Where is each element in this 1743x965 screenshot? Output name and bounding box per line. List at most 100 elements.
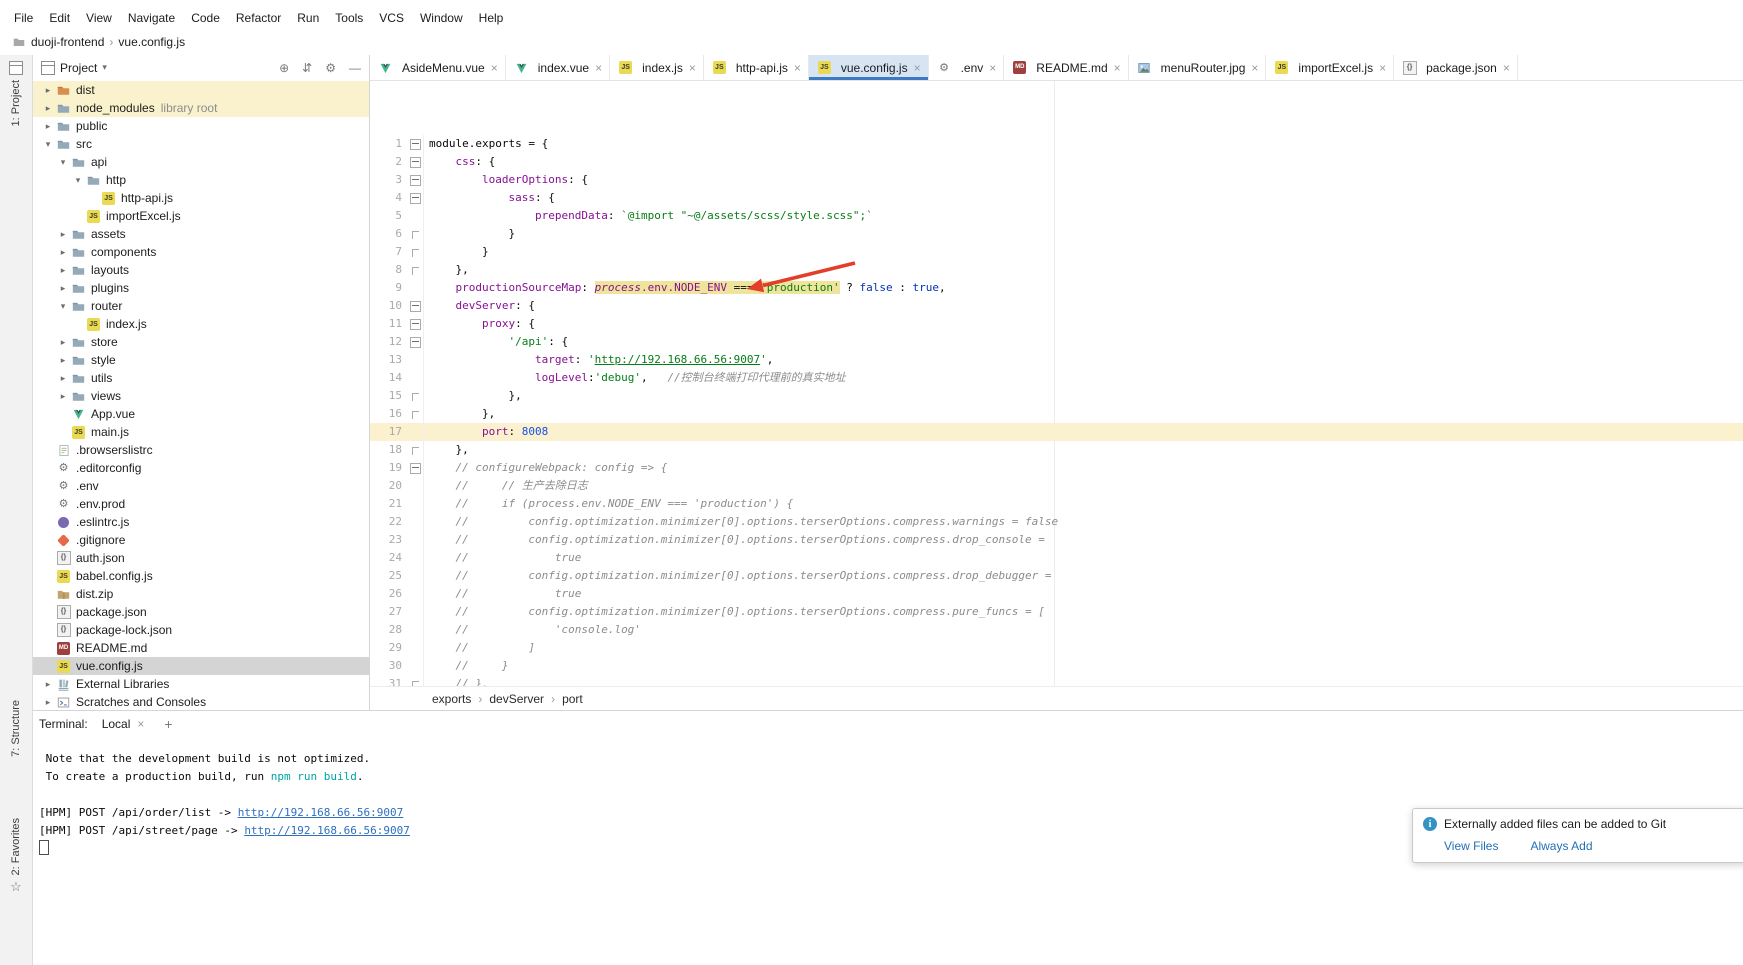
line-number[interactable]: 28 — [370, 621, 407, 639]
line-number[interactable]: 29 — [370, 639, 407, 657]
tree-item-dist[interactable]: ▸dist — [33, 81, 369, 99]
close-icon[interactable]: × — [595, 61, 602, 75]
line-number[interactable]: 22 — [370, 513, 407, 531]
close-icon[interactable]: × — [137, 717, 144, 731]
hide-panel-icon[interactable]: ― — [349, 61, 361, 75]
editor-tab-http-api.js[interactable]: JShttp-api.js × — [704, 55, 809, 80]
stripe-structure-button[interactable]: 7: Structure — [10, 700, 22, 757]
code-viewport[interactable]: 1 module.exports = { 2 css: { 3 loaderOp… — [370, 81, 1743, 687]
menu-refactor[interactable]: Refactor — [228, 9, 289, 27]
stripe-favorites-button[interactable]: 2: Favorites — [10, 818, 22, 875]
tree-item-vue.config.js[interactable]: JSvue.config.js — [33, 657, 369, 675]
tree-item-views[interactable]: ▸views — [33, 387, 369, 405]
tree-item-dist.zip[interactable]: dist.zip — [33, 585, 369, 603]
editor-tab-AsideMenu.vue[interactable]: AsideMenu.vue × — [370, 55, 506, 80]
close-icon[interactable]: × — [794, 61, 801, 75]
tree-item-node_modules[interactable]: ▸node_moduleslibrary root — [33, 99, 369, 117]
line-number[interactable]: 20 — [370, 477, 407, 495]
line-number[interactable]: 18 — [370, 441, 407, 459]
chevron-right-icon[interactable]: ▸ — [56, 283, 70, 294]
chevron-right-icon[interactable]: ▸ — [56, 373, 70, 384]
terminal-link[interactable]: http://192.168.66.56:9007 — [244, 824, 410, 837]
notification-action-view-files[interactable]: View Files — [1444, 839, 1498, 853]
line-number[interactable]: 19 — [370, 459, 407, 477]
line-number[interactable]: 16 — [370, 405, 407, 423]
menu-code[interactable]: Code — [183, 9, 228, 27]
line-number[interactable]: 15 — [370, 387, 407, 405]
editor-tab-index.vue[interactable]: index.vue × — [506, 55, 610, 80]
fold-collapse-icon[interactable] — [410, 193, 421, 204]
chevron-down-icon[interactable]: ▾ — [56, 301, 70, 312]
close-icon[interactable]: × — [1503, 61, 1510, 75]
fold-collapse-icon[interactable] — [410, 337, 421, 348]
chevron-right-icon[interactable]: ▸ — [56, 391, 70, 402]
new-terminal-icon[interactable]: + — [158, 716, 178, 732]
terminal-link[interactable]: http://192.168.66.56:9007 — [238, 806, 404, 819]
stripe-project-button[interactable]: 1: Project — [10, 80, 22, 126]
breadcrumb-exports[interactable]: exports — [432, 692, 471, 706]
line-number[interactable]: 13 — [370, 351, 407, 369]
editor-tab-menuRouter.jpg[interactable]: menuRouter.jpg × — [1129, 55, 1267, 80]
breadcrumb-file[interactable]: vue.config.js — [118, 35, 185, 49]
editor-tab-vue.config.js[interactable]: JSvue.config.js × — [809, 55, 929, 80]
menu-tools[interactable]: Tools — [327, 9, 371, 27]
code-segment[interactable]: http://192.168.66.56:9007 — [595, 353, 761, 366]
tree-item-README.md[interactable]: MDREADME.md — [33, 639, 369, 657]
tree-item-store[interactable]: ▸store — [33, 333, 369, 351]
tree-item-http[interactable]: ▾http — [33, 171, 369, 189]
line-number[interactable]: 24 — [370, 549, 407, 567]
editor-tab-importExcel.js[interactable]: JSimportExcel.js × — [1266, 55, 1394, 80]
tree-item-components[interactable]: ▸components — [33, 243, 369, 261]
line-number[interactable]: 11 — [370, 315, 407, 333]
line-number[interactable]: 3 — [370, 171, 407, 189]
tree-item-package.json[interactable]: {}package.json — [33, 603, 369, 621]
chevron-right-icon[interactable]: ▸ — [56, 247, 70, 258]
menu-window[interactable]: Window — [412, 9, 471, 27]
chevron-right-icon[interactable]: ▸ — [41, 697, 55, 708]
tree-item-api[interactable]: ▾api — [33, 153, 369, 171]
tree-item-index.js[interactable]: JSindex.js — [33, 315, 369, 333]
line-number[interactable]: 12 — [370, 333, 407, 351]
tree-item-importExcel.js[interactable]: JSimportExcel.js — [33, 207, 369, 225]
line-number[interactable]: 5 — [370, 207, 407, 225]
chevron-right-icon[interactable]: ▸ — [41, 679, 55, 690]
tree-item-.env[interactable]: ⚙.env — [33, 477, 369, 495]
tree-item-router[interactable]: ▾router — [33, 297, 369, 315]
tree-item-src[interactable]: ▾src — [33, 135, 369, 153]
menu-vcs[interactable]: VCS — [371, 9, 412, 27]
line-number[interactable]: 21 — [370, 495, 407, 513]
chevron-right-icon[interactable]: ▸ — [56, 265, 70, 276]
line-number[interactable]: 14 — [370, 369, 407, 387]
line-number[interactable]: 26 — [370, 585, 407, 603]
tree-item-auth.json[interactable]: {}auth.json — [33, 549, 369, 567]
close-icon[interactable]: × — [491, 61, 498, 75]
close-icon[interactable]: × — [1114, 61, 1121, 75]
menu-navigate[interactable]: Navigate — [120, 9, 183, 27]
tree-item-style[interactable]: ▸style — [33, 351, 369, 369]
line-number[interactable]: 17 — [370, 423, 407, 441]
line-number[interactable]: 25 — [370, 567, 407, 585]
line-number[interactable]: 4 — [370, 189, 407, 207]
tree-item-.gitignore[interactable]: .gitignore — [33, 531, 369, 549]
chevron-right-icon[interactable]: ▸ — [56, 337, 70, 348]
tree-item-utils[interactable]: ▸utils — [33, 369, 369, 387]
breadcrumb-devServer[interactable]: devServer — [489, 692, 544, 706]
line-number[interactable]: 10 — [370, 297, 407, 315]
editor-tab-package.json[interactable]: {}package.json × — [1394, 55, 1518, 80]
chevron-down-icon[interactable]: ▾ — [102, 62, 107, 73]
chevron-down-icon[interactable]: ▾ — [71, 175, 85, 186]
line-number[interactable]: 2 — [370, 153, 407, 171]
menu-file[interactable]: File — [6, 9, 41, 27]
line-number[interactable]: 9 — [370, 279, 407, 297]
tree-item-assets[interactable]: ▸assets — [33, 225, 369, 243]
fold-collapse-icon[interactable] — [410, 301, 421, 312]
editor-tab-index.js[interactable]: JSindex.js × — [610, 55, 704, 80]
menu-edit[interactable]: Edit — [41, 9, 78, 27]
tree-item-http-api.js[interactable]: JShttp-api.js — [33, 189, 369, 207]
tree-item-babel.config.js[interactable]: JSbabel.config.js — [33, 567, 369, 585]
tree-item-Scratches and Consoles[interactable]: ▸Scratches and Consoles — [33, 693, 369, 710]
tree-item-main.js[interactable]: JSmain.js — [33, 423, 369, 441]
chevron-right-icon[interactable]: ▸ — [41, 121, 55, 132]
chevron-down-icon[interactable]: ▾ — [56, 157, 70, 168]
line-number[interactable]: 30 — [370, 657, 407, 675]
